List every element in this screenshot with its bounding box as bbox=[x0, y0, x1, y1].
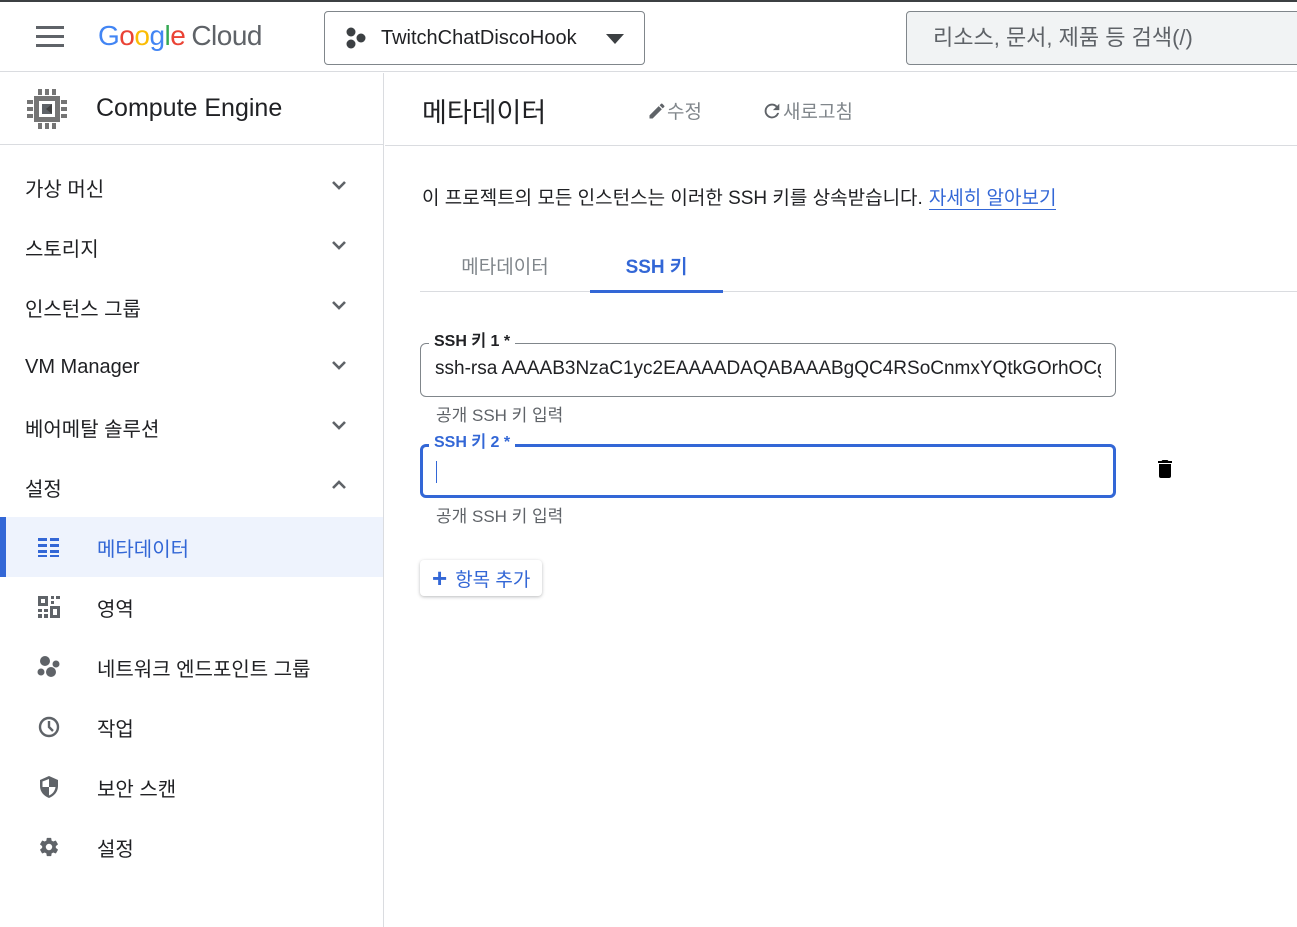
chevron-up-icon bbox=[332, 480, 346, 489]
sidebar-item-label: 메타데이터 bbox=[97, 538, 189, 561]
ssh-key-1-field[interactable]: SSH 키 1 * bbox=[420, 333, 1116, 397]
compute-chip-icon bbox=[27, 88, 67, 129]
sidebar-item-security-scans[interactable]: 보안 스캔 bbox=[0, 757, 383, 817]
chevron-down-icon bbox=[332, 301, 346, 310]
project-picker[interactable]: TwitchChatDiscoHook bbox=[324, 11, 645, 65]
nav-group-label: 설정 bbox=[25, 478, 62, 501]
intro-text: 이 프로젝트의 모든 인스턴스는 이러한 SSH 키를 상속받습니다. bbox=[422, 188, 923, 209]
chevron-down-icon bbox=[332, 361, 346, 370]
nav-group-vm-manager[interactable]: VM Manager bbox=[0, 337, 383, 397]
sidebar-item-network-endpoint-groups[interactable]: 네트워크 엔드포인트 그룹 bbox=[0, 637, 383, 697]
delete-ssh-key-2-button[interactable] bbox=[1153, 457, 1177, 481]
project-name: TwitchChatDiscoHook bbox=[381, 26, 577, 49]
plus-icon: + bbox=[432, 563, 448, 593]
learn-more-link[interactable]: 자세히 알아보기 bbox=[928, 188, 1057, 210]
search-input[interactable] bbox=[933, 25, 1297, 51]
hamburger-menu-icon[interactable] bbox=[36, 26, 66, 48]
nav-group-storage[interactable]: 스토리지 bbox=[0, 217, 383, 277]
network-endpoint-icon bbox=[36, 654, 62, 680]
shield-icon bbox=[36, 774, 62, 800]
logo-product: Cloud bbox=[191, 20, 262, 51]
tab-ssh-keys[interactable]: SSH 키 bbox=[590, 238, 723, 293]
google-cloud-logo[interactable]: Google Cloud bbox=[98, 20, 262, 52]
logo-letter: o bbox=[134, 20, 150, 51]
chevron-down-icon bbox=[332, 241, 346, 250]
nav-group-label: 인스턴스 그룹 bbox=[25, 298, 141, 321]
refresh-icon bbox=[764, 103, 780, 118]
nav-group-label: 가상 머신 bbox=[25, 178, 105, 201]
sidebar-item-zones[interactable]: 영역 bbox=[0, 577, 383, 637]
refresh-label: 새로고침 bbox=[783, 102, 853, 123]
main-content: 메타데이터 수정 새로고침 이 프로젝트의 모든 인스턴스는 이러한 SSH 키… bbox=[385, 73, 1297, 927]
ssh-key-1-hint: 공개 SSH 키 입력 bbox=[436, 406, 564, 425]
ssh-key-2-field[interactable]: SSH 키 2 * bbox=[420, 434, 1116, 498]
add-item-label: 항목 추가 bbox=[455, 569, 531, 591]
nav-group-instance-groups[interactable]: 인스턴스 그룹 bbox=[0, 277, 383, 337]
metadata-list-icon bbox=[36, 534, 62, 560]
tab-bar: 메타데이터 SSH 키 bbox=[420, 238, 1297, 293]
gear-icon bbox=[36, 834, 62, 860]
chevron-down-icon bbox=[332, 421, 346, 430]
project-hexagons-icon bbox=[346, 27, 366, 49]
add-item-button[interactable]: + 항목 추가 bbox=[420, 560, 543, 596]
nav-group-virtual-machines[interactable]: 가상 머신 bbox=[0, 157, 383, 217]
product-header[interactable]: Compute Engine bbox=[0, 73, 383, 145]
sidebar-item-label: 보안 스캔 bbox=[97, 778, 177, 801]
ssh-key-2-label: SSH 키 2 * bbox=[429, 434, 516, 452]
ssh-key-2-input[interactable] bbox=[435, 459, 1101, 481]
zones-grid-icon bbox=[36, 594, 62, 620]
page-title: 메타데이터 bbox=[422, 98, 547, 128]
nav-group-label: 베어메탈 솔루션 bbox=[25, 418, 160, 441]
nav-group-label: VM Manager bbox=[25, 355, 140, 378]
tab-metadata[interactable]: 메타데이터 bbox=[420, 238, 590, 292]
sidebar-item-label: 설정 bbox=[97, 838, 134, 861]
sidebar-item-operations[interactable]: 작업 bbox=[0, 697, 383, 757]
page-header: 메타데이터 수정 새로고침 bbox=[385, 73, 1297, 146]
sidebar-item-label: 영역 bbox=[97, 598, 134, 621]
nav-group-bare-metal[interactable]: 베어메탈 솔루션 bbox=[0, 397, 383, 457]
clock-icon bbox=[36, 714, 62, 740]
caret-down-icon bbox=[606, 34, 624, 44]
edit-button[interactable]: 수정 bbox=[647, 97, 702, 124]
pencil-icon bbox=[649, 102, 665, 118]
sidebar-item-metadata[interactable]: 메타데이터 bbox=[0, 517, 383, 577]
edit-label: 수정 bbox=[667, 102, 702, 123]
sidebar-item-label: 네트워크 엔드포인트 그룹 bbox=[97, 658, 311, 681]
product-title: Compute Engine bbox=[96, 94, 283, 122]
logo-letter: o bbox=[119, 20, 135, 51]
top-bar: Google Cloud TwitchChatDiscoHook bbox=[0, 0, 1297, 72]
sidebar-item-settings[interactable]: 설정 bbox=[0, 817, 383, 877]
trash-icon bbox=[1158, 460, 1172, 478]
logo-letter: e bbox=[170, 20, 186, 51]
sidebar-item-label: 작업 bbox=[97, 718, 134, 741]
nav-group-settings[interactable]: 설정 bbox=[0, 457, 383, 517]
ssh-key-1-input[interactable] bbox=[435, 358, 1101, 380]
sidebar: Compute Engine 가상 머신 스토리지 인스턴스 그룹 VM Man… bbox=[0, 73, 384, 927]
ssh-key-1-label: SSH 키 1 * bbox=[429, 333, 516, 351]
ssh-key-2-hint: 공개 SSH 키 입력 bbox=[436, 507, 564, 526]
chevron-down-icon bbox=[332, 181, 346, 190]
search-box[interactable] bbox=[906, 11, 1297, 65]
refresh-button[interactable]: 새로고침 bbox=[761, 97, 853, 124]
nav-group-label: 스토리지 bbox=[25, 238, 99, 261]
logo-letter: G bbox=[98, 20, 120, 51]
intro-text-row: 이 프로젝트의 모든 인스턴스는 이러한 SSH 키를 상속받습니다. 자세히 알… bbox=[422, 183, 1057, 210]
logo-letter: g bbox=[149, 20, 165, 51]
